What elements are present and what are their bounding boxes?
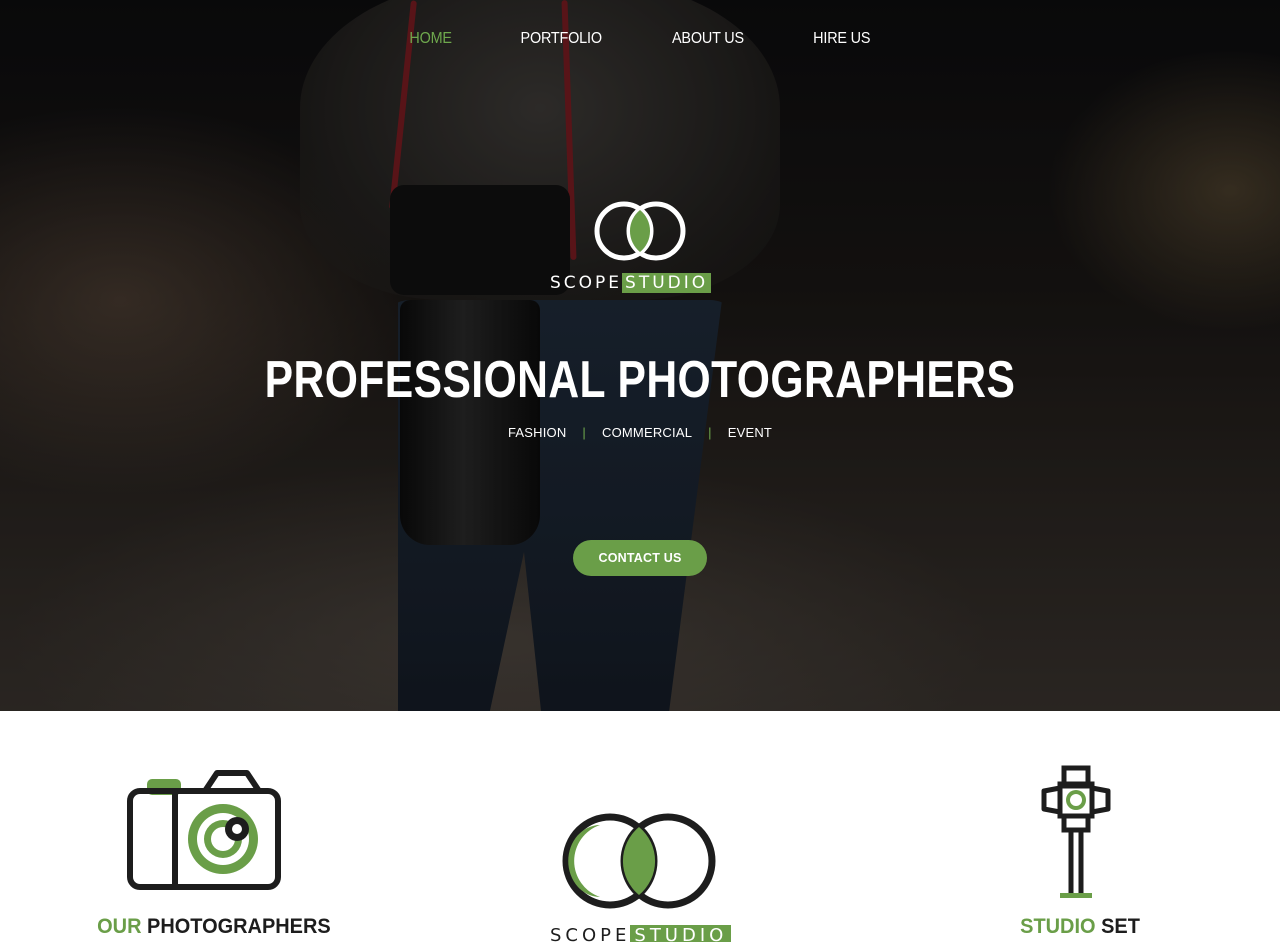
tag-event: EVENT	[727, 425, 773, 440]
wordmark-studio: STUDIO	[622, 273, 712, 293]
hero-wordmark: SCOPE STUDIO	[550, 273, 712, 293]
tag-fashion: FASHION	[507, 425, 567, 440]
tag-commercial: COMMERCIAL	[602, 425, 693, 440]
main-nav: HOME PORTFOLIO ABOUT US HIRE US	[0, 0, 1280, 78]
tag-separator: |	[708, 425, 712, 440]
heading-accent: OUR	[97, 915, 142, 938]
scope-rings-icon[interactable]	[560, 811, 720, 911]
hero-tagline: FASHION | COMMERCIAL | EVENT	[0, 425, 1280, 440]
wordmark-scope: SCOPE	[550, 925, 631, 942]
nav-hire-us[interactable]: HIRE US	[813, 30, 870, 48]
camera-icon[interactable]	[127, 769, 281, 891]
our-photographers-heading[interactable]: OUR PHOTOGRAPHERS	[97, 915, 331, 939]
center-wordmark: SCOPE STUDIO	[550, 925, 732, 942]
contact-us-button[interactable]: CONTACT US	[573, 540, 707, 576]
nav-about-us[interactable]: ABOUT US	[672, 30, 744, 48]
tag-separator: |	[582, 425, 586, 440]
studio-set-heading[interactable]: STUDIO SET	[1020, 915, 1140, 939]
heading-accent: STUDIO	[1020, 915, 1096, 938]
studio-light-icon[interactable]	[1040, 765, 1112, 901]
hero-logo[interactable]: SCOPE STUDIO	[548, 198, 732, 298]
wordmark-scope: SCOPE	[550, 273, 623, 293]
heading-rest: PHOTOGRAPHERS	[147, 915, 331, 938]
scope-rings-icon	[594, 201, 686, 261]
nav-home[interactable]: HOME	[409, 30, 452, 48]
heading-rest: SET	[1101, 915, 1140, 938]
nav-portfolio[interactable]: PORTFOLIO	[520, 30, 602, 48]
hero-title: PROFESSIONAL PHOTOGRAPHERS	[264, 351, 1016, 409]
features-section: OUR PHOTOGRAPHERS SCOPE STUDIO STUDIO SE…	[0, 711, 1280, 942]
wordmark-studio: STUDIO	[630, 925, 732, 942]
hero-section: HOME PORTFOLIO ABOUT US HIRE US SCOPE ST…	[0, 0, 1280, 711]
